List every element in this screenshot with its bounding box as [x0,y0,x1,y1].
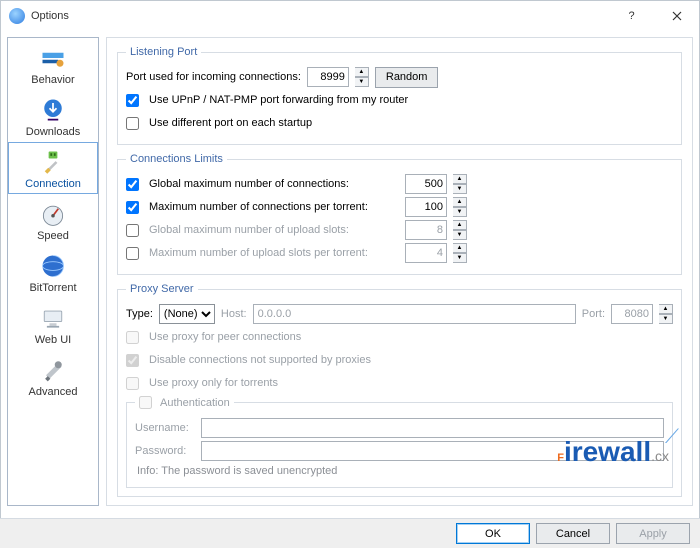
upload-pertorrent-spinner: ▲▼ [453,243,467,263]
connection-icon [39,148,67,176]
diffport-checkbox[interactable] [126,117,139,130]
proxy-host-label: Host: [221,308,247,320]
upload-global-spinner: ▲▼ [453,220,467,240]
ip-filter-checkbox[interactable] [130,505,143,506]
global-max-label: Global maximum number of connections: [149,178,399,190]
sidebar-item-label: Connection [25,178,81,190]
content-area: Behavior Downloads Connection Speed BitT… [1,31,699,512]
global-max-checkbox[interactable] [126,178,139,191]
sidebar-item-label: Behavior [31,74,74,86]
upnp-label: Use UPnP / NAT-PMP port forwarding from … [149,94,408,106]
proxy-disable-unsupported-label: Disable connections not supported by pro… [149,354,371,366]
sidebar-item-downloads[interactable]: Downloads [8,90,98,142]
sidebar-item-behavior[interactable]: Behavior [8,38,98,90]
connections-limits-group: Connections Limits Global maximum number… [117,153,682,275]
titlebar: Options ? [1,1,699,31]
pertorrent-label: Maximum number of connections per torren… [149,201,399,213]
downloads-icon [39,96,67,124]
sidebar-item-label: Speed [37,230,69,242]
global-max-spinner[interactable]: ▲▼ [453,174,467,194]
proxy-auth-legend: Authentication [135,396,234,409]
upnp-checkbox[interactable] [126,94,139,107]
connections-limits-legend: Connections Limits [126,153,227,165]
proxy-port-label: Port: [582,308,605,320]
sidebar-item-webui[interactable]: Web UI [8,298,98,350]
proxy-torrents-only-label: Use proxy only for torrents [149,377,278,389]
upload-pertorrent-label: Maximum number of upload slots per torre… [149,247,399,259]
sidebar-item-label: Web UI [35,334,71,346]
global-max-input[interactable] [405,174,447,194]
pertorrent-spinner[interactable]: ▲▼ [453,197,467,217]
sidebar-item-speed[interactable]: Speed [8,194,98,246]
proxy-port-spinner: ▲▼ [659,304,673,324]
proxy-disable-unsupported-checkbox [126,354,139,367]
sidebar-item-label: Downloads [26,126,80,138]
proxy-auth-checkbox [139,396,152,409]
sidebar-item-advanced[interactable]: Advanced [8,350,98,402]
random-port-button[interactable]: Random [375,67,439,88]
upload-pertorrent-checkbox[interactable] [126,247,139,260]
speed-icon [39,200,67,228]
proxy-type-select[interactable]: (None) [159,304,215,324]
proxy-peer-checkbox [126,331,139,344]
proxy-password-label: Password: [135,445,195,457]
button-bar: OK Cancel Apply [0,518,700,548]
ip-filter-group: IP Filtering Filter path (.dat, .p2p, .p… [117,505,682,506]
port-input[interactable] [307,67,349,87]
pertorrent-checkbox[interactable] [126,201,139,214]
upload-global-input [405,220,447,240]
listening-port-legend: Listening Port [126,46,201,58]
sidebar-item-label: Advanced [29,386,78,398]
proxy-username-input [201,418,664,438]
app-icon [9,8,25,24]
proxy-type-label: Type: [126,308,153,320]
watermark: ⟋ FFirewallirewall.cx [557,436,669,468]
diffport-label: Use different port on each startup [149,117,312,129]
sidebar: Behavior Downloads Connection Speed BitT… [7,37,99,506]
close-button[interactable] [654,2,699,31]
ip-filter-legend: IP Filtering [126,505,207,506]
listening-port-group: Listening Port Port used for incoming co… [117,46,682,145]
bittorrent-icon [39,252,67,280]
proxy-username-label: Username: [135,422,195,434]
apply-button[interactable]: Apply [616,523,690,544]
pertorrent-input[interactable] [405,197,447,217]
sidebar-item-bittorrent[interactable]: BitTorrent [8,246,98,298]
proxy-host-input [253,304,576,324]
sidebar-item-label: BitTorrent [29,282,76,294]
proxy-server-legend: Proxy Server [126,283,198,295]
upload-global-checkbox[interactable] [126,224,139,237]
webui-icon [39,304,67,332]
port-label: Port used for incoming connections: [126,71,301,83]
behavior-icon [39,44,67,72]
cancel-button[interactable]: Cancel [536,523,610,544]
sidebar-item-connection[interactable]: Connection [8,142,98,194]
proxy-port-input [611,304,653,324]
advanced-icon [39,356,67,384]
upload-pertorrent-input [405,243,447,263]
help-button[interactable]: ? [609,2,654,31]
proxy-torrents-only-checkbox [126,377,139,390]
window-title: Options [31,10,69,22]
port-spinner[interactable]: ▲▼ [355,67,369,87]
ok-button[interactable]: OK [456,523,530,544]
proxy-peer-label: Use proxy for peer connections [149,331,301,343]
upload-global-label: Global maximum number of upload slots: [149,224,399,236]
